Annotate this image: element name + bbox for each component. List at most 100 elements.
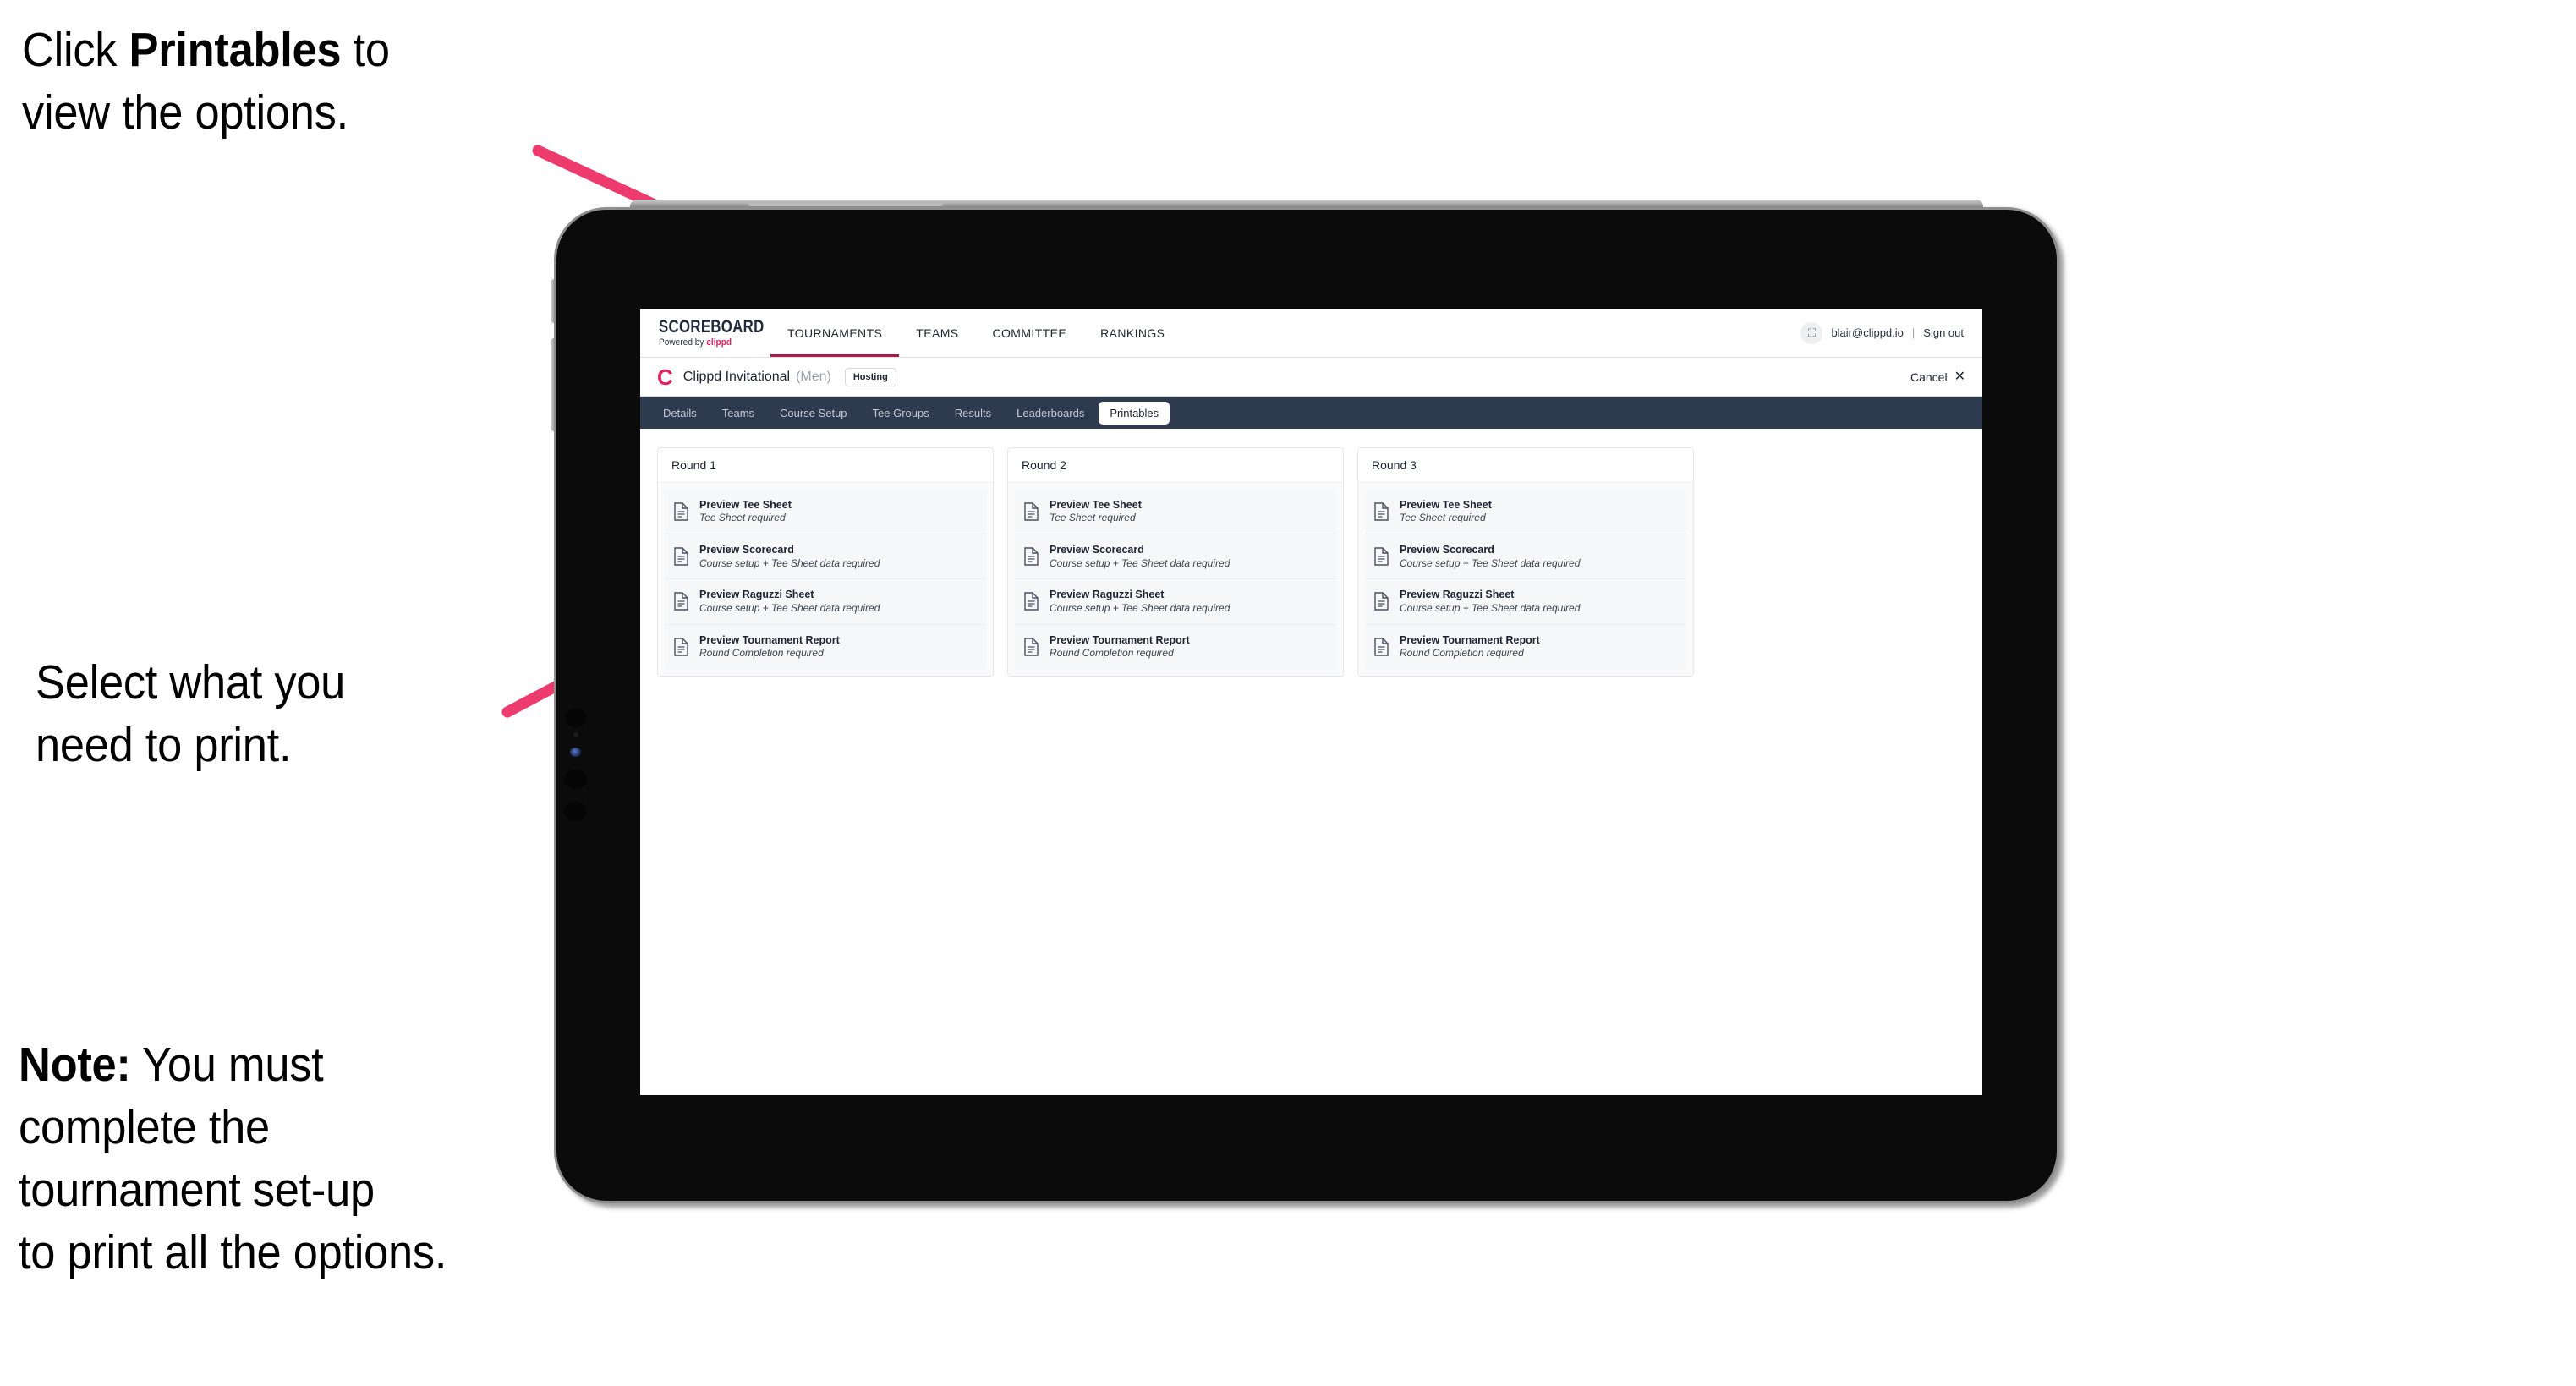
tab-leaderboards[interactable]: Leaderboards — [1006, 402, 1095, 425]
nav-item-committee[interactable]: COMMITTEE — [976, 309, 1084, 357]
printable-option-title: Preview Tournament Report — [1050, 633, 1190, 646]
document-icon — [1024, 547, 1039, 566]
brand-name: SCOREBOARD — [659, 317, 765, 337]
printable-option-raguzzi-sheet[interactable]: Preview Raguzzi Sheet Course setup + Tee… — [1015, 579, 1336, 625]
printable-option-text: Preview Scorecard Course setup + Tee She… — [1400, 544, 1580, 569]
printable-option-subtitle: Course setup + Tee Sheet data required — [1400, 556, 1581, 569]
status-badge: Hosting — [844, 367, 896, 386]
printable-option-tournament-report[interactable]: Preview Tournament Report Round Completi… — [1015, 624, 1336, 669]
nav-item-teams[interactable]: TEAMS — [899, 309, 975, 357]
printable-option-title: Preview Scorecard — [1400, 544, 1494, 556]
round-items: Preview Tee Sheet Tee Sheet required Pre… — [1008, 483, 1343, 676]
printable-option-text: Preview Tournament Report Round Completi… — [699, 634, 840, 660]
tablet-bezel-pinhole — [573, 732, 578, 737]
round-title: Round 2 — [1008, 448, 1343, 483]
app-screen: SCOREBOARD Powered by clippd TOURNAMENTS… — [640, 309, 1982, 1095]
annotation-click-printables: Click Printables to view the options. — [22, 19, 582, 144]
document-icon — [1374, 592, 1389, 611]
brand-tagline-clippd: clippd — [706, 337, 732, 348]
close-icon: ✕ — [1954, 369, 1965, 384]
tab-teams[interactable]: Teams — [711, 402, 765, 425]
printable-option-text: Preview Tournament Report Round Completi… — [1050, 634, 1190, 660]
brand-logo[interactable]: SCOREBOARD Powered by clippd — [640, 309, 765, 357]
printable-option-subtitle: Course setup + Tee Sheet data required — [1400, 601, 1581, 614]
main-navigation: TOURNAMENTS TEAMS COMMITTEE RANKINGS — [770, 309, 1181, 357]
printable-option-title: Preview Tee Sheet — [1400, 499, 1492, 511]
round-items: Preview Tee Sheet Tee Sheet required Pre… — [658, 483, 993, 676]
printable-option-subtitle: Tee Sheet required — [699, 512, 786, 524]
printable-option-subtitle: Round Completion required — [1400, 646, 1524, 659]
topbar-user-area: ⛶ blair@clippd.io | Sign out — [1800, 309, 1982, 357]
printable-option-scorecard[interactable]: Preview Scorecard Course setup + Tee She… — [1365, 534, 1686, 580]
nav-item-tournaments[interactable]: TOURNAMENTS — [770, 309, 900, 357]
printable-option-scorecard[interactable]: Preview Scorecard Course setup + Tee She… — [1015, 534, 1336, 580]
tournament-subnav: Details Teams Course Setup Tee Groups Re… — [640, 397, 1982, 429]
document-icon — [1024, 592, 1039, 611]
round-card: Round 2 Preview Tee Sheet Tee Sheet requ… — [1007, 447, 1344, 677]
round-card: Round 1 Preview Tee Sheet Tee Sheet requ… — [657, 447, 994, 677]
printable-option-subtitle: Tee Sheet required — [1050, 512, 1136, 524]
printables-content: Round 1 Preview Tee Sheet Tee Sheet requ… — [640, 429, 1982, 695]
tab-results[interactable]: Results — [944, 402, 1002, 425]
printable-option-subtitle: Tee Sheet required — [1400, 512, 1486, 524]
printable-option-subtitle: Course setup + Tee Sheet data required — [1050, 556, 1230, 569]
printable-option-scorecard[interactable]: Preview Scorecard Course setup + Tee She… — [665, 534, 986, 580]
printable-option-title: Preview Tournament Report — [699, 633, 840, 646]
printable-option-title: Preview Scorecard — [1050, 544, 1144, 556]
printable-option-text: Preview Tee Sheet Tee Sheet required — [1400, 499, 1492, 524]
printable-option-tournament-report[interactable]: Preview Tournament Report Round Completi… — [1365, 624, 1686, 669]
printable-option-text: Preview Raguzzi Sheet Course setup + Tee… — [1400, 589, 1580, 614]
document-icon — [1374, 547, 1389, 566]
tablet-bezel-dot-bottom — [564, 802, 587, 821]
document-icon — [1374, 502, 1389, 521]
document-icon — [674, 502, 688, 521]
annotation-note-bold: Note: — [19, 1038, 131, 1092]
sign-out-button[interactable]: Sign out — [1923, 326, 1964, 339]
printable-option-tee-sheet[interactable]: Preview Tee Sheet Tee Sheet required — [665, 490, 986, 535]
printable-option-subtitle: Round Completion required — [699, 646, 824, 659]
printable-option-title: Preview Raguzzi Sheet — [1400, 589, 1515, 601]
document-icon — [1374, 637, 1389, 656]
cancel-button[interactable]: Cancel ✕ — [1910, 370, 1965, 384]
document-icon — [674, 592, 688, 611]
brand-tagline-prefix: Powered by — [659, 337, 707, 348]
printable-option-title: Preview Scorecard — [699, 544, 794, 556]
tab-details[interactable]: Details — [652, 402, 708, 425]
printable-option-raguzzi-sheet[interactable]: Preview Raguzzi Sheet Course setup + Tee… — [665, 579, 986, 625]
tournament-title: Clippd Invitational — [682, 369, 791, 384]
printable-option-subtitle: Course setup + Tee Sheet data required — [699, 556, 880, 569]
annotation-1-bold: Printables — [129, 23, 342, 77]
document-icon — [674, 637, 688, 656]
round-card: Round 3 Preview Tee Sheet Tee Sheet requ… — [1357, 447, 1694, 677]
printable-option-text: Preview Scorecard Course setup + Tee She… — [699, 544, 880, 569]
nav-item-rankings[interactable]: RANKINGS — [1083, 309, 1181, 357]
printable-option-subtitle: Course setup + Tee Sheet data required — [1050, 601, 1230, 614]
tournament-gender: (Men) — [796, 369, 831, 384]
global-topbar: SCOREBOARD Powered by clippd TOURNAMENTS… — [640, 309, 1982, 358]
printable-option-title: Preview Raguzzi Sheet — [1050, 589, 1165, 601]
tournament-header: C Clippd Invitational (Men) Hosting Canc… — [640, 358, 1982, 397]
printable-option-text: Preview Raguzzi Sheet Course setup + Tee… — [699, 589, 880, 614]
tablet-bezel-dot-middle — [564, 770, 587, 789]
tab-tee-groups[interactable]: Tee Groups — [862, 402, 940, 425]
avatar[interactable]: ⛶ — [1800, 321, 1823, 344]
printable-option-text: Preview Scorecard Course setup + Tee She… — [1050, 544, 1230, 569]
round-title: Round 1 — [658, 448, 993, 483]
printable-option-text: Preview Tee Sheet Tee Sheet required — [1050, 499, 1142, 524]
printable-option-raguzzi-sheet[interactable]: Preview Raguzzi Sheet Course setup + Tee… — [1365, 579, 1686, 625]
annotation-1-prefix: Click — [22, 23, 129, 77]
tab-printables[interactable]: Printables — [1099, 401, 1170, 425]
printable-option-subtitle: Round Completion required — [1050, 646, 1174, 659]
clippd-logo-icon: C — [657, 364, 673, 390]
printable-option-title: Preview Tee Sheet — [1050, 499, 1142, 511]
printable-option-tournament-report[interactable]: Preview Tournament Report Round Completi… — [665, 624, 986, 669]
printable-option-tee-sheet[interactable]: Preview Tee Sheet Tee Sheet required — [1365, 490, 1686, 535]
printable-option-title: Preview Tee Sheet — [699, 499, 792, 511]
brand-tagline: Powered by clippd — [659, 338, 751, 348]
tab-course-setup[interactable]: Course Setup — [769, 402, 858, 425]
user-email: blair@clippd.io — [1831, 326, 1904, 339]
round-items: Preview Tee Sheet Tee Sheet required Pre… — [1358, 483, 1693, 676]
camera-icon — [570, 748, 581, 757]
round-title: Round 3 — [1358, 448, 1693, 483]
printable-option-tee-sheet[interactable]: Preview Tee Sheet Tee Sheet required — [1015, 490, 1336, 535]
